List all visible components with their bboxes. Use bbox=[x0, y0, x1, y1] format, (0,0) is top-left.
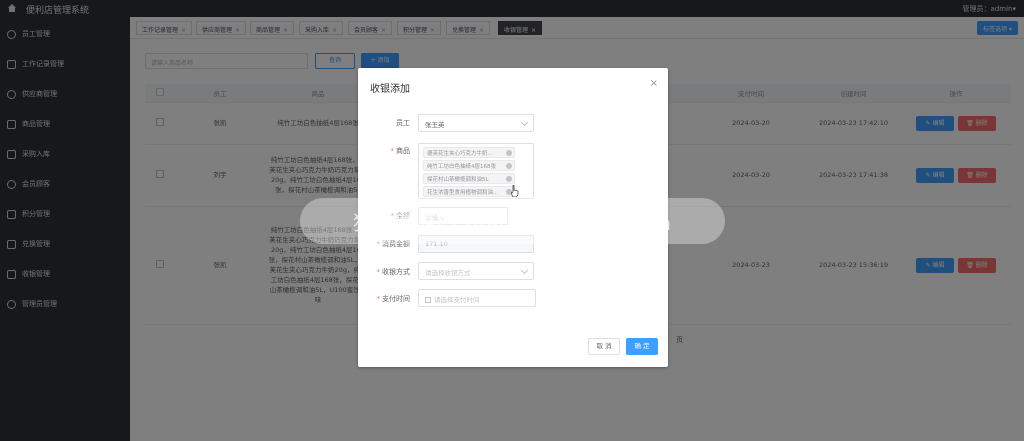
tag-text: 探花村山茶橄榄调和油5L bbox=[427, 177, 489, 183]
label-text: 员工 bbox=[396, 119, 410, 127]
select-placeholder: 请选择收银方式 bbox=[425, 269, 471, 277]
close-icon[interactable] bbox=[506, 163, 512, 169]
employee-label: 员工 bbox=[358, 118, 410, 128]
label-text: 收银方式 bbox=[382, 268, 410, 276]
label-text: 商品 bbox=[396, 147, 410, 155]
hand-cursor-icon bbox=[511, 185, 519, 197]
close-icon[interactable] bbox=[506, 150, 512, 156]
pay-time-label: * 支付时间 bbox=[376, 295, 411, 303]
label-text: 支付时间 bbox=[382, 295, 410, 303]
goods-tag: 德芙花生夹心巧克力牛奶... bbox=[423, 147, 515, 158]
tag-text: 纯竹工坊白色抽纸4层168张 bbox=[427, 164, 496, 170]
chevron-down-icon bbox=[520, 118, 529, 127]
select-value: 张王英 bbox=[425, 121, 445, 129]
close-icon[interactable]: × bbox=[650, 78, 658, 89]
tag-text: 德芙花生夹心巧克力牛奶... bbox=[427, 151, 493, 157]
cancel-button[interactable]: 取 消 bbox=[588, 338, 620, 355]
pay-time-picker[interactable]: 请选择支付时间 bbox=[418, 289, 536, 307]
picker-placeholder: 请选择支付时间 bbox=[434, 296, 480, 304]
tag-text: 花生浓香型食用植物调和油... bbox=[427, 190, 499, 196]
dialog-title: 收银添加 bbox=[370, 84, 410, 95]
watermark-banner: 猫头鹰源码 maotouyingcc.com bbox=[300, 198, 725, 244]
employee-select[interactable]: 张王英 bbox=[418, 114, 534, 132]
goods-tag: 花生浓香型食用植物调和油... bbox=[423, 186, 515, 197]
chevron-down-icon bbox=[520, 266, 529, 275]
calendar-icon bbox=[425, 297, 431, 303]
confirm-button[interactable]: 确 定 bbox=[626, 338, 658, 355]
goods-tag: 纯竹工坊白色抽纸4层168张 bbox=[423, 160, 515, 171]
goods-tag: 探花村山茶橄榄调和油5L bbox=[423, 173, 515, 184]
close-icon[interactable] bbox=[506, 176, 512, 182]
goods-label: * 商品 bbox=[390, 147, 411, 155]
pay-method-label: * 收银方式 bbox=[376, 268, 411, 276]
pay-method-select[interactable]: 请选择收银方式 bbox=[418, 262, 534, 280]
